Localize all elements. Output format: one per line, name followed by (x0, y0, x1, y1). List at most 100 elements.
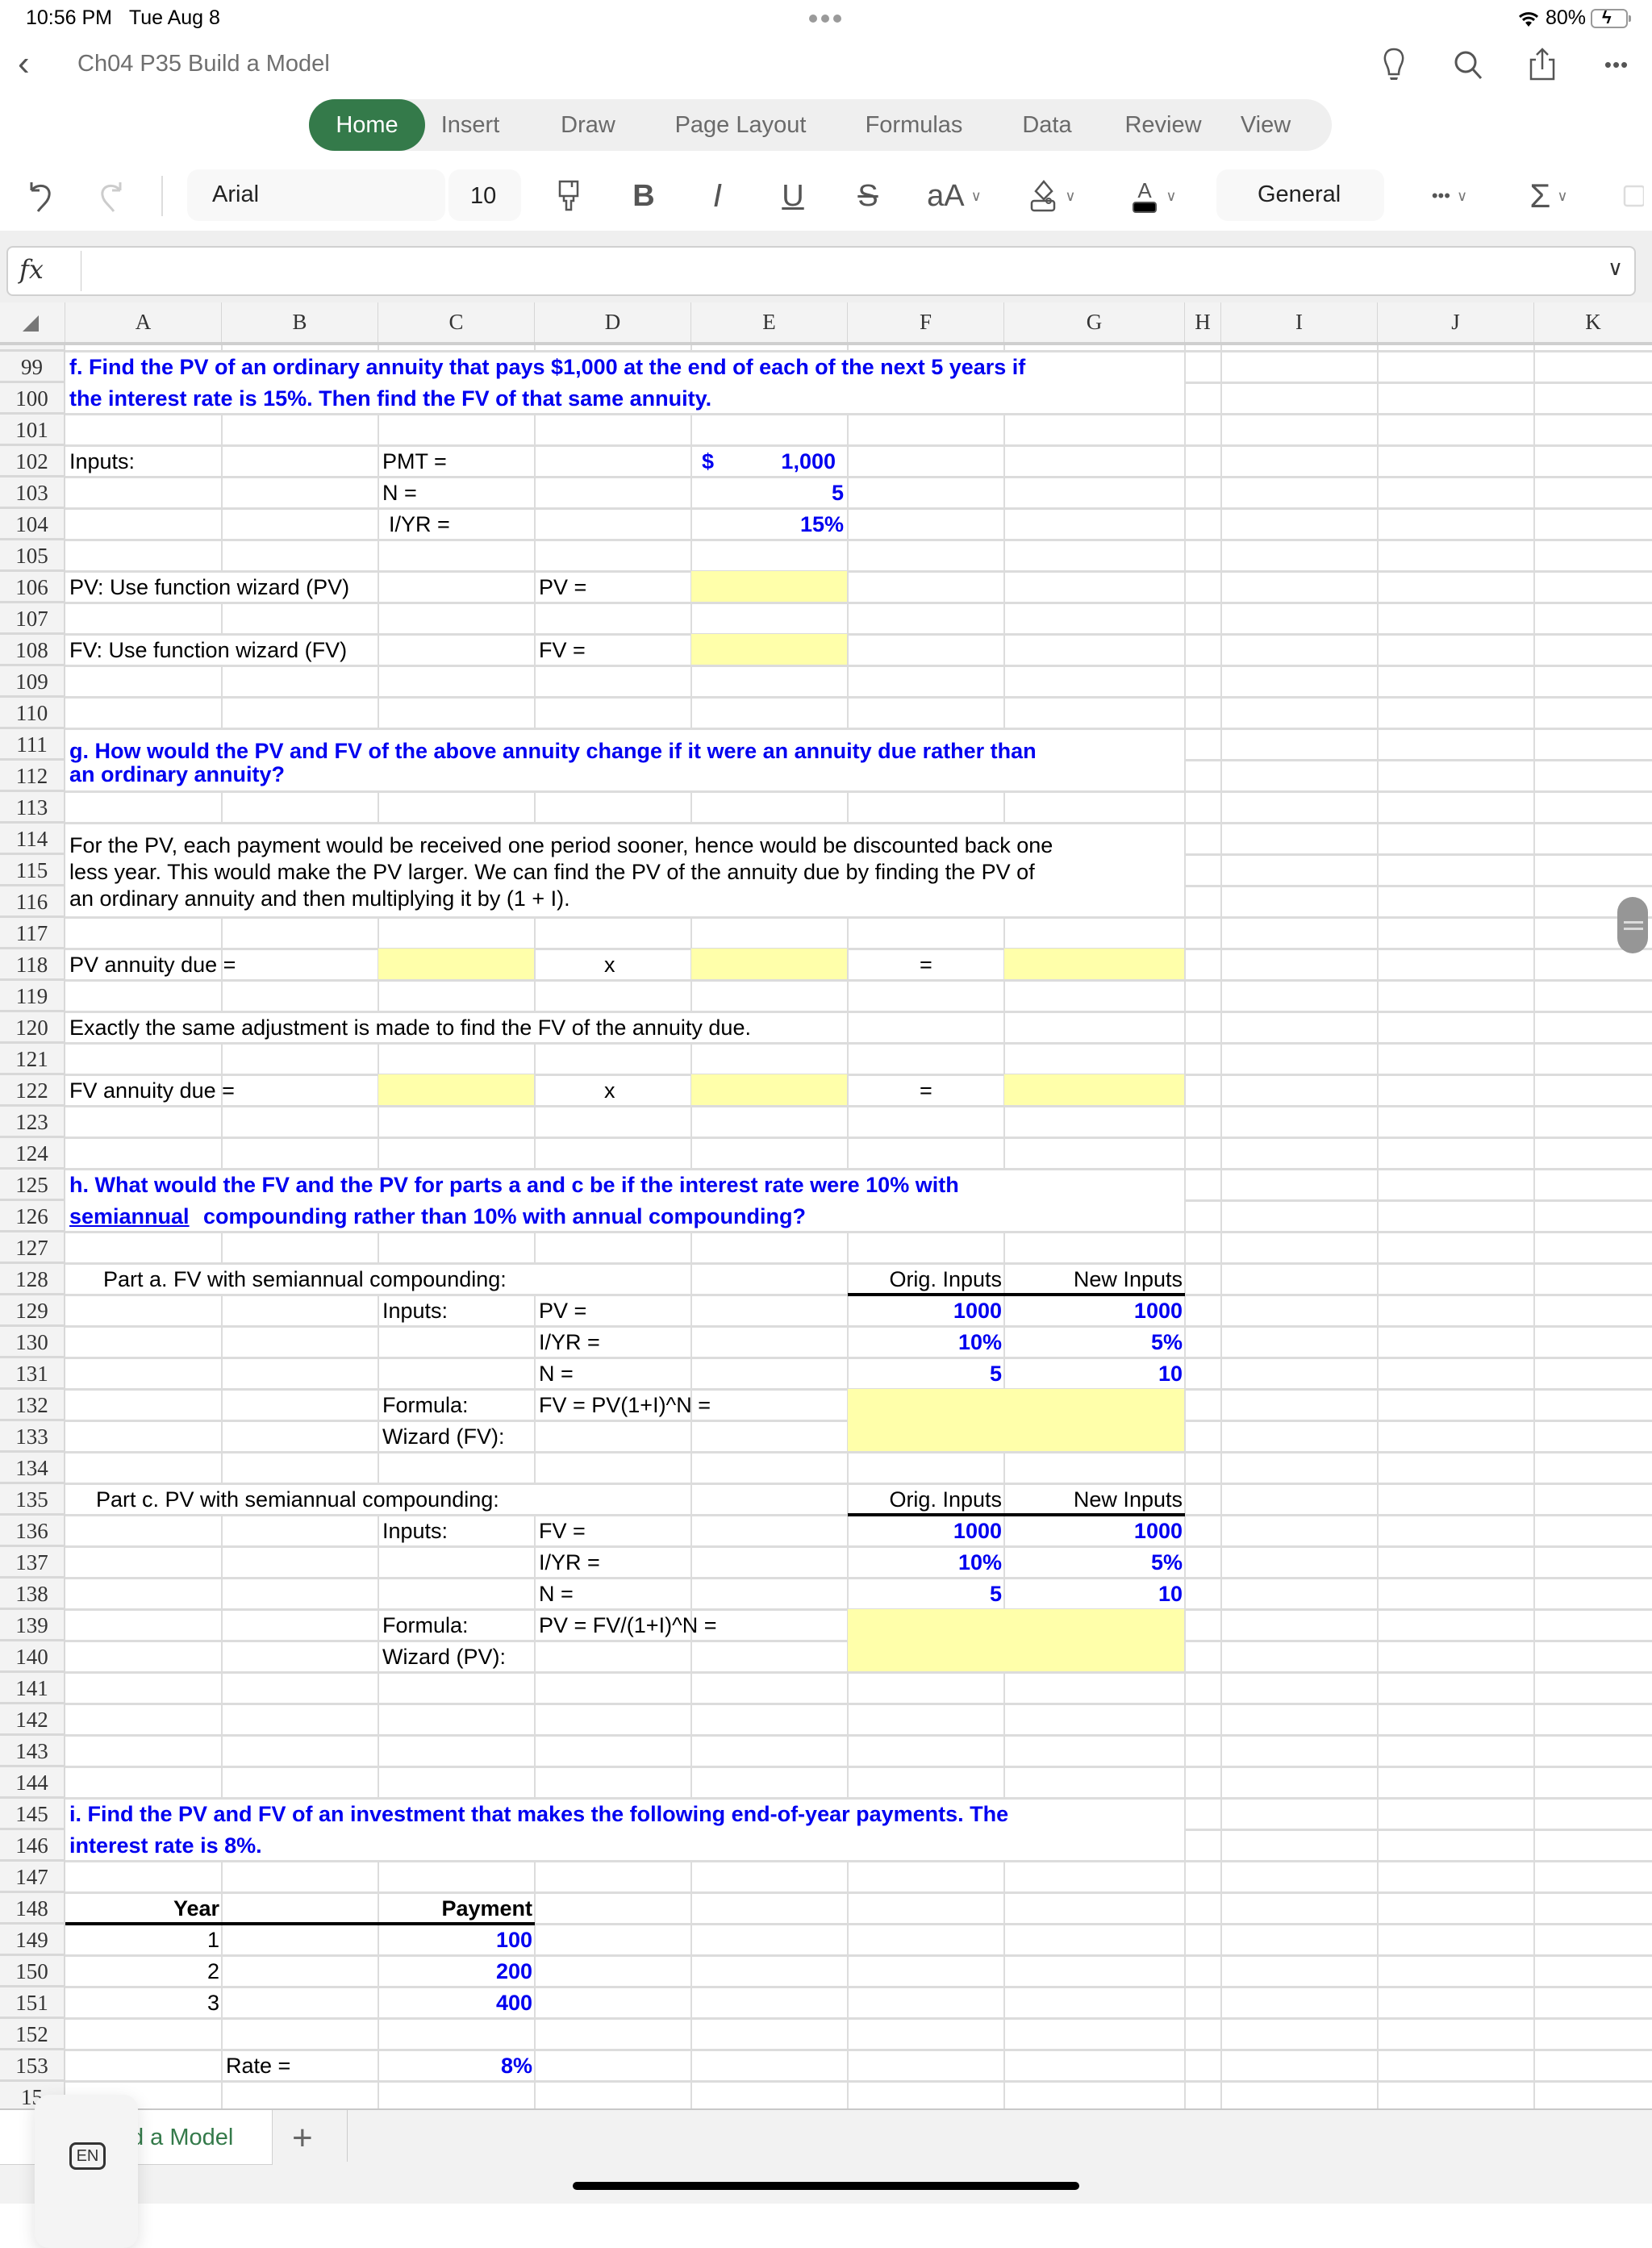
formula-label[interactable]: Formula: (382, 1390, 469, 1421)
font-size-value[interactable]: 10 (470, 183, 496, 210)
row-header[interactable]: 152 (0, 2019, 65, 2050)
font-color-button[interactable]: A ∨ (1121, 161, 1186, 231)
payment-value[interactable]: 100 (210, 1925, 532, 1956)
new-input-value[interactable]: 5% (860, 1327, 1183, 1358)
new-input-value[interactable]: 10 (860, 1358, 1183, 1390)
new-input-value[interactable]: 10 (860, 1579, 1183, 1610)
inputs-label[interactable]: Inputs: (69, 446, 135, 478)
undo-icon[interactable] (16, 161, 65, 231)
question-i-line1[interactable]: i. Find the PV and FV of an investment t… (69, 1799, 1008, 1830)
year-value[interactable]: 1 (0, 1925, 219, 1956)
row-header[interactable]: 138 (0, 1579, 65, 1610)
fv-answer-cell[interactable] (691, 634, 847, 665)
font-size-adjust-button[interactable]: aA ∨ (918, 161, 991, 231)
row-header[interactable]: 110 (0, 698, 65, 729)
tab-insert[interactable]: Insert (438, 99, 503, 151)
tab-page-layout[interactable]: Page Layout (668, 99, 813, 151)
wizard-label[interactable]: Wizard (PV): (382, 1641, 506, 1673)
payment-value[interactable]: 400 (210, 1987, 532, 2019)
column-header-b[interactable]: B (222, 302, 378, 342)
question-h-line2-underlined[interactable]: semiannual (69, 1201, 190, 1232)
result-cells[interactable] (848, 1389, 1184, 1451)
row-header[interactable]: 144 (0, 1767, 65, 1799)
question-h-line1[interactable]: h. What would the FV and the PV for part… (69, 1170, 959, 1201)
pmt-value[interactable]: 1,000 (513, 446, 836, 478)
tab-draw[interactable]: Draw (556, 99, 620, 151)
column-header-h[interactable]: H (1185, 302, 1221, 342)
pv-annuity-due-label[interactable]: PV annuity due = (69, 949, 236, 981)
row-header[interactable] (0, 345, 65, 352)
annuity-due-result-cell[interactable] (1004, 1074, 1184, 1105)
wizard-label[interactable]: Wizard (FV): (382, 1421, 505, 1453)
row-header[interactable]: 130 (0, 1327, 65, 1358)
spreadsheet-grid[interactable]: 99 100 101 102 103 104 105 106 107 108 109 110 111 11… (0, 345, 1652, 2108)
row-header[interactable]: 135 (0, 1484, 65, 1516)
fv-annuity-due-label[interactable]: FV annuity due = (69, 1075, 235, 1107)
row-header[interactable]: 118 (0, 949, 65, 981)
input-label[interactable]: PV = (539, 1295, 586, 1327)
row-header[interactable]: 134 (0, 1453, 65, 1484)
back-chevron-icon[interactable]: ‹ (18, 44, 30, 84)
row-header[interactable]: 106 (0, 572, 65, 603)
row-header[interactable]: 111 (0, 729, 65, 761)
row-header[interactable]: 103 (0, 478, 65, 509)
pv-answer-cell[interactable] (691, 571, 847, 602)
row-header[interactable]: 123 (0, 1107, 65, 1138)
row-header[interactable]: 122 (0, 1075, 65, 1107)
keyboard-language-popup[interactable]: EN (35, 2095, 138, 2248)
row-header[interactable]: 117 (0, 918, 65, 949)
pv-label[interactable]: PV = (539, 572, 586, 603)
year-value[interactable]: 3 (0, 1987, 219, 2019)
lightbulb-icon[interactable] (1375, 45, 1413, 84)
input-label[interactable]: I/YR = (539, 1547, 600, 1579)
scroll-handle[interactable] (1617, 897, 1648, 953)
input-label[interactable]: N = (539, 1358, 574, 1390)
row-header[interactable]: 143 (0, 1736, 65, 1767)
row-header[interactable]: 107 (0, 603, 65, 635)
column-header-f[interactable]: F (848, 302, 1004, 342)
input-label[interactable]: N = (539, 1579, 574, 1610)
fill-color-button[interactable]: ∨ (1020, 161, 1085, 231)
new-input-value[interactable]: 1000 (860, 1295, 1183, 1327)
fv-adjustment-text[interactable]: Exactly the same adjustment is made to f… (69, 1012, 751, 1044)
number-format-value[interactable]: General (1258, 181, 1341, 208)
new-inputs-header[interactable]: New Inputs (860, 1264, 1183, 1295)
row-header[interactable]: 128 (0, 1264, 65, 1295)
row-header[interactable]: 146 (0, 1830, 65, 1862)
question-i-line2[interactable]: interest rate is 8%. (69, 1830, 262, 1862)
new-input-value[interactable]: 1000 (860, 1516, 1183, 1547)
fv-label[interactable]: FV = (539, 635, 586, 666)
row-header[interactable]: 115 (0, 855, 65, 886)
row-header[interactable]: 102 (0, 446, 65, 478)
expand-formula-chevron-icon[interactable]: ∨ (1608, 256, 1623, 281)
row-header[interactable]: 141 (0, 1673, 65, 1704)
row-header[interactable]: 133 (0, 1421, 65, 1453)
column-header-i[interactable]: I (1221, 302, 1378, 342)
row-header[interactable]: 116 (0, 886, 65, 918)
annuity-due-factor-cell[interactable] (691, 1074, 847, 1105)
formula-text[interactable]: FV = PV(1+I)^N = (539, 1390, 711, 1421)
rate-value[interactable]: 8% (210, 2050, 532, 2082)
format-painter-icon[interactable] (549, 161, 589, 231)
multitasking-dots-icon[interactable] (809, 15, 845, 24)
input-label[interactable]: I/YR = (539, 1327, 600, 1358)
equals-sign[interactable]: = (920, 949, 932, 981)
column-header-g[interactable]: G (1004, 302, 1185, 342)
n-value[interactable]: 5 (521, 478, 844, 509)
add-sheet-button[interactable]: + (292, 2118, 313, 2158)
fv-description[interactable]: FV: Use function wizard (FV) (69, 635, 347, 666)
question-g-line2[interactable]: an ordinary annuity? (69, 759, 285, 790)
row-header[interactable]: 140 (0, 1641, 65, 1673)
row-header[interactable]: 132 (0, 1390, 65, 1421)
column-header-c[interactable]: C (378, 302, 535, 342)
row-header[interactable]: 112 (0, 761, 65, 792)
more-tools-button[interactable]: ••• ∨ (1413, 161, 1486, 231)
question-f-line1[interactable]: f. Find the PV of an ordinary annuity th… (69, 352, 1025, 383)
new-input-value[interactable]: 5% (860, 1547, 1183, 1579)
part-c-title[interactable]: Part c. PV with semiannual compounding: (96, 1484, 499, 1516)
font-name-value[interactable]: Arial (212, 181, 259, 208)
row-header[interactable]: 153 (0, 2050, 65, 2082)
inputs-label[interactable]: Inputs: (382, 1295, 448, 1327)
insert-cells-icon[interactable] (1613, 161, 1652, 231)
bold-button[interactable]: B (621, 161, 666, 231)
